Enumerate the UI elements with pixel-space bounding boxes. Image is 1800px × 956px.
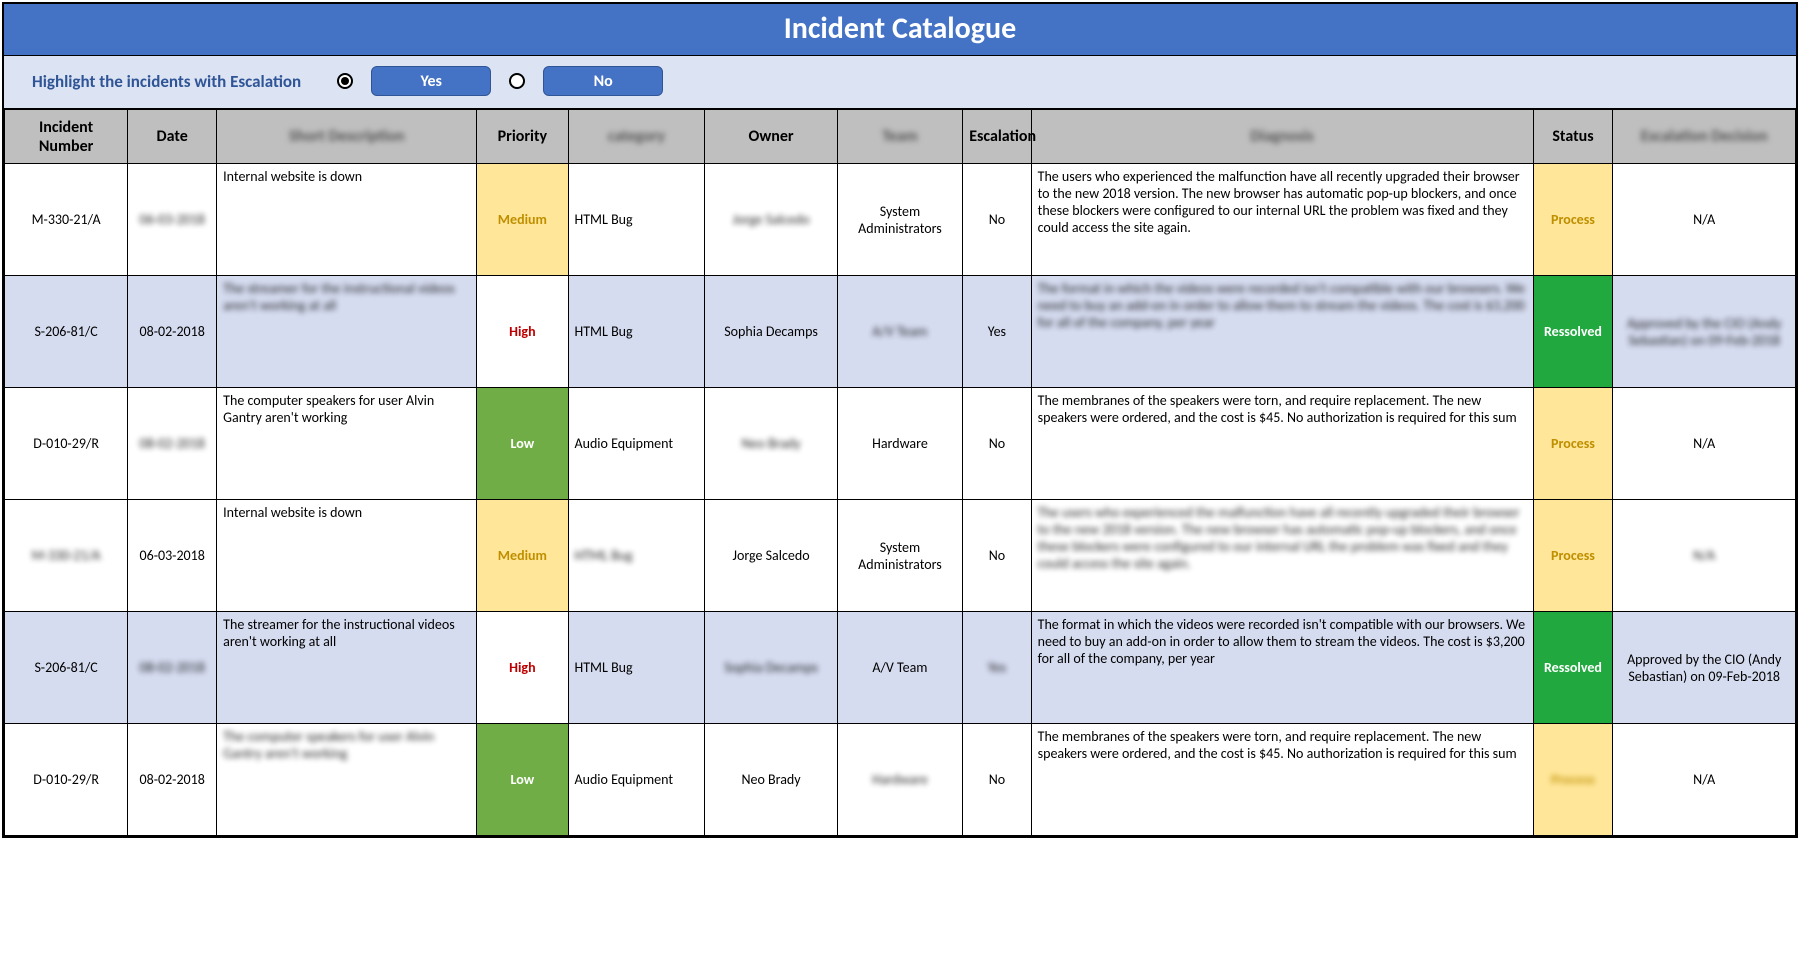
- cell-short_description: Internal website is down: [217, 164, 477, 276]
- cell-diagnosis: The users who experienced the malfunctio…: [1031, 500, 1533, 612]
- cell-category: Audio Equipment: [568, 724, 705, 836]
- cell-escalation_decision: Approved by the CIO (Andy Sebastian) on …: [1613, 276, 1796, 388]
- col-header-escalation_decision: Escalation Decision: [1613, 110, 1796, 164]
- col-header-escalation: Escalation: [963, 110, 1031, 164]
- cell-priority: High: [477, 276, 568, 388]
- cell-incident_number: S-206-81/C: [5, 612, 128, 724]
- col-header-diagnosis: Diagnosis: [1031, 110, 1533, 164]
- cell-owner: Neo Brady: [705, 388, 837, 500]
- col-header-status: Status: [1533, 110, 1613, 164]
- cell-date: 06-03-2018: [128, 164, 217, 276]
- cell-priority: High: [477, 612, 568, 724]
- cell-escalation_decision: N/A: [1613, 500, 1796, 612]
- cell-diagnosis: The users who experienced the malfunctio…: [1031, 164, 1533, 276]
- filter-label: Highlight the incidents with Escalation: [32, 71, 301, 92]
- cell-priority: Medium: [477, 500, 568, 612]
- cell-team: A/V Team: [837, 612, 962, 724]
- cell-category: HTML Bug: [568, 276, 705, 388]
- cell-date: 08-02-2018: [128, 276, 217, 388]
- cell-escalation: No: [963, 388, 1031, 500]
- highlight-no-button[interactable]: No: [543, 66, 663, 96]
- cell-owner: Sophia Decamps: [705, 612, 837, 724]
- table-row: D-010-29/R08-02-2018The computer speaker…: [5, 724, 1796, 836]
- table-row: M-330-21/A06-03-2018Internal website is …: [5, 500, 1796, 612]
- cell-incident_number: M-330-21/A: [5, 500, 128, 612]
- cell-status: Process: [1533, 164, 1613, 276]
- col-header-date: Date: [128, 110, 217, 164]
- cell-status: Process: [1533, 500, 1613, 612]
- table-row: M-330-21/A06-03-2018Internal website is …: [5, 164, 1796, 276]
- cell-team: Hardware: [837, 724, 962, 836]
- cell-escalation_decision: N/A: [1613, 388, 1796, 500]
- table-row: S-206-81/C08-02-2018The streamer for the…: [5, 276, 1796, 388]
- col-header-team: Team: [837, 110, 962, 164]
- cell-team: Hardware: [837, 388, 962, 500]
- col-header-short_description: Short Description: [217, 110, 477, 164]
- cell-incident_number: M-330-21/A: [5, 164, 128, 276]
- cell-short_description: The computer speakers for user Alvin Gan…: [217, 724, 477, 836]
- cell-incident_number: D-010-29/R: [5, 388, 128, 500]
- cell-escalation_decision: Approved by the CIO (Andy Sebastian) on …: [1613, 612, 1796, 724]
- cell-date: 08-02-2018: [128, 612, 217, 724]
- table-header-row: Incident NumberDateShort DescriptionPrio…: [5, 110, 1796, 164]
- cell-incident_number: S-206-81/C: [5, 276, 128, 388]
- cell-team: A/V Team: [837, 276, 962, 388]
- cell-priority: Low: [477, 724, 568, 836]
- cell-team: System Administrators: [837, 500, 962, 612]
- cell-short_description: The streamer for the instructional video…: [217, 276, 477, 388]
- cell-diagnosis: The format in which the videos were reco…: [1031, 276, 1533, 388]
- cell-diagnosis: The membranes of the speakers were torn,…: [1031, 724, 1533, 836]
- highlight-yes-button[interactable]: Yes: [371, 66, 491, 96]
- cell-category: Audio Equipment: [568, 388, 705, 500]
- radio-yes[interactable]: [337, 73, 353, 89]
- cell-escalation: Yes: [963, 612, 1031, 724]
- cell-status: Process: [1533, 724, 1613, 836]
- cell-escalation_decision: N/A: [1613, 164, 1796, 276]
- incident-table: Incident NumberDateShort DescriptionPrio…: [4, 109, 1796, 836]
- col-header-incident_number: Incident Number: [5, 110, 128, 164]
- cell-escalation: No: [963, 500, 1031, 612]
- cell-status: Ressolved: [1533, 612, 1613, 724]
- cell-escalation_decision: N/A: [1613, 724, 1796, 836]
- page-title: Incident Catalogue: [4, 4, 1796, 56]
- incident-catalogue-frame: Incident Catalogue Highlight the inciden…: [2, 2, 1798, 838]
- cell-owner: Jorge Salcedo: [705, 164, 837, 276]
- table-row: S-206-81/C08-02-2018The streamer for the…: [5, 612, 1796, 724]
- cell-category: HTML Bug: [568, 500, 705, 612]
- cell-escalation: Yes: [963, 276, 1031, 388]
- cell-priority: Medium: [477, 164, 568, 276]
- cell-short_description: The streamer for the instructional video…: [217, 612, 477, 724]
- col-header-priority: Priority: [477, 110, 568, 164]
- cell-status: Ressolved: [1533, 276, 1613, 388]
- cell-priority: Low: [477, 388, 568, 500]
- cell-owner: Sophia Decamps: [705, 276, 837, 388]
- cell-date: 06-03-2018: [128, 500, 217, 612]
- col-header-owner: Owner: [705, 110, 837, 164]
- cell-diagnosis: The membranes of the speakers were torn,…: [1031, 388, 1533, 500]
- cell-escalation: No: [963, 724, 1031, 836]
- col-header-category: category: [568, 110, 705, 164]
- cell-owner: Jorge Salcedo: [705, 500, 837, 612]
- cell-incident_number: D-010-29/R: [5, 724, 128, 836]
- cell-status: Process: [1533, 388, 1613, 500]
- filter-bar: Highlight the incidents with Escalation …: [4, 56, 1796, 109]
- cell-date: 08-02-2018: [128, 388, 217, 500]
- cell-owner: Neo Brady: [705, 724, 837, 836]
- cell-team: System Administrators: [837, 164, 962, 276]
- radio-dot-icon: [341, 77, 349, 85]
- cell-category: HTML Bug: [568, 164, 705, 276]
- cell-short_description: Internal website is down: [217, 500, 477, 612]
- cell-category: HTML Bug: [568, 612, 705, 724]
- radio-no[interactable]: [509, 73, 525, 89]
- cell-date: 08-02-2018: [128, 724, 217, 836]
- cell-short_description: The computer speakers for user Alvin Gan…: [217, 388, 477, 500]
- cell-diagnosis: The format in which the videos were reco…: [1031, 612, 1533, 724]
- table-row: D-010-29/R08-02-2018The computer speaker…: [5, 388, 1796, 500]
- cell-escalation: No: [963, 164, 1031, 276]
